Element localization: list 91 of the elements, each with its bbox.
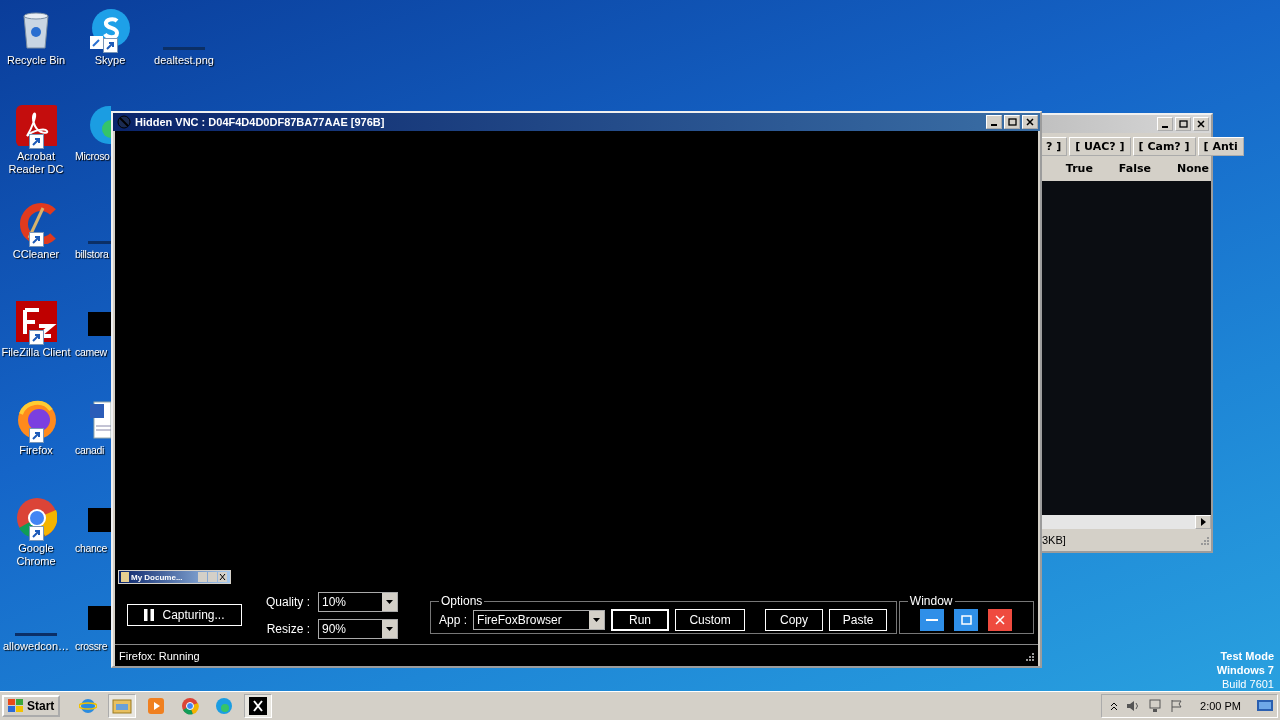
desktop-icon-label[interactable]: CCleaner [12,248,60,261]
file-thumbnail-icon [15,633,57,636]
action-button[interactable]: Run [611,608,670,631]
filezilla-icon [15,300,57,342]
capturing-button[interactable]: Capturing... [127,604,242,626]
close-button[interactable] [1193,117,1209,131]
options-legend: Options [439,594,485,608]
maximize-icon [1007,118,1017,126]
edge-icon [215,697,234,715]
app-label: App : [439,612,468,627]
test-mode-text: Windows 7 [1216,663,1274,677]
desktop-icon-label[interactable]: Microso [75,150,110,163]
speaker-icon[interactable] [1126,699,1141,713]
quality-label: Quality : [266,594,310,609]
desktop-icon-label[interactable]: billstora [75,248,109,261]
network-icon[interactable] [1148,699,1163,713]
desktop-icon-label[interactable]: crossre [75,640,108,653]
app-x-icon [249,697,268,715]
resize-label: Resize : [266,621,310,636]
desktop-icon-label[interactable]: Acrobat Reader DC [0,150,72,176]
column-header[interactable]: [ UAC? ] [1069,137,1131,156]
column-header[interactable]: ? ] [1040,137,1068,156]
document-icon [88,398,111,440]
desktop-icon-label[interactable]: dealtest.png [154,54,214,67]
pause-icon [144,609,155,621]
close-button[interactable] [988,608,1013,631]
minimize-button[interactable] [1157,117,1173,131]
windows-logo-icon [8,699,24,713]
close-button[interactable] [1022,115,1038,129]
desktop-icon-label[interactable]: Skype [94,54,126,67]
app-icon [117,115,131,129]
minimize-icon [926,618,939,621]
close-icon [1197,120,1205,128]
folder-icon [112,697,133,715]
test-mode-text: Test Mode [1220,649,1274,663]
desktop-icon-label[interactable]: Google Chrome [0,542,72,568]
column-header[interactable]: [ Cam? ] [1132,137,1196,156]
dropdown-arrow-icon [386,599,393,604]
maximize-button[interactable] [954,608,979,631]
test-mode-text: Build 7601 [1222,677,1274,691]
window-title: Hidden VNC : D04F4D4D0DF87BA77AAE [976B] [135,116,386,128]
resize-grip-icon [1024,650,1034,661]
internet-explorer-icon [79,697,98,715]
minimize-button[interactable] [986,115,1002,129]
maximize-icon [1178,120,1188,128]
table-cell: False [1118,162,1151,175]
clock[interactable]: 2:00 PM [1200,700,1241,712]
show-desktop-icon[interactable] [1257,699,1273,713]
acrobat-icon [15,104,57,146]
close-icon [1026,118,1034,126]
window-controls-icon [198,572,228,582]
table-cell: None [1176,162,1209,175]
action-button[interactable]: Copy [765,608,824,631]
file-thumbnail-icon [163,47,205,50]
desktop-icon-label[interactable]: allowedcon… [2,640,69,653]
folder-icon [121,572,129,582]
minimized-window-title: My Docume... [131,572,184,582]
table-cell: True [1065,162,1093,175]
column-header[interactable]: [ Anti [1197,137,1244,156]
flag-icon[interactable] [1170,699,1185,713]
desktop-icon-label[interactable]: chance [75,542,108,555]
resize-dropdown[interactable]: 90% [318,618,398,639]
dropdown-arrow-icon [386,626,393,631]
desktop-icon-label[interactable]: Firefox [19,444,53,457]
minimized-window[interactable]: My Docume... [118,570,231,584]
file-thumbnail-icon [88,241,111,244]
desktop-icon-label[interactable]: FileZilla Client [1,346,71,359]
desktop-icon-label[interactable]: camew [75,346,107,359]
desktop-icon-label[interactable]: Recycle Bin [6,54,66,67]
taskbar-app-button[interactable] [244,694,273,718]
status-text: Firefox: Running [119,649,200,662]
minimize-button[interactable] [920,608,945,631]
right-arrow-icon [1200,518,1206,526]
action-button[interactable]: Paste [829,608,888,631]
dropdown-arrow-icon [593,617,601,622]
close-icon [995,614,1006,625]
maximize-button[interactable] [1004,115,1020,129]
maximize-button[interactable] [1175,117,1191,131]
resize-grip-icon [1199,535,1209,545]
maximize-icon [960,614,972,625]
chrome-icon [181,697,200,715]
app-dropdown[interactable]: FireFoxBrowser [473,609,606,630]
quality-dropdown[interactable]: 10% [318,591,398,612]
action-button[interactable]: Custom [675,608,746,631]
chevron-up-icon[interactable] [1110,701,1119,711]
desktop-icon-label[interactable]: canadi [75,444,105,457]
window-legend: Window [907,594,955,608]
start-button[interactable]: Start [2,695,61,717]
media-player-icon [147,697,166,715]
horizontal-scrollbar[interactable] [1040,515,1211,529]
status-text: 3KB] [1042,534,1066,546]
